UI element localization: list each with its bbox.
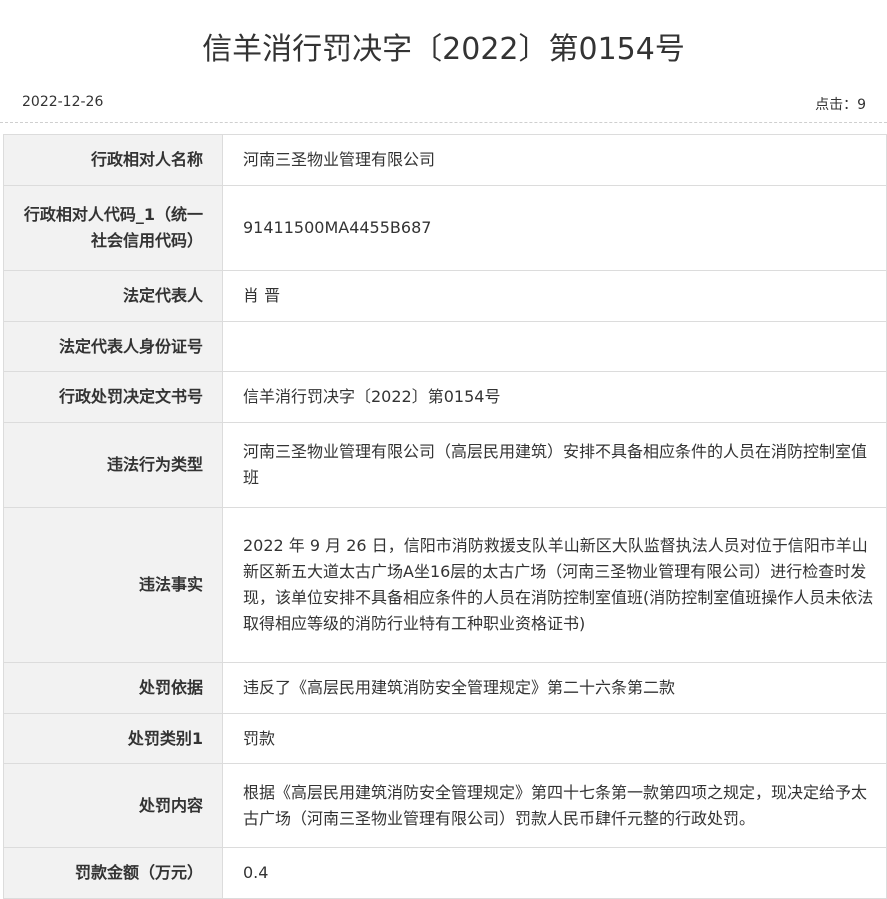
table-row-party-name: 行政相对人名称 河南三圣物业管理有限公司	[3, 134, 887, 186]
row-label: 行政处罚决定文书号	[3, 371, 223, 423]
row-label: 行政相对人名称	[3, 134, 223, 186]
row-label: 处罚类别1	[3, 713, 223, 764]
row-label: 违法事实	[3, 507, 223, 663]
click-count-label: 点击：	[815, 97, 858, 113]
row-label: 罚款金额（万元）	[3, 847, 223, 899]
row-label: 违法行为类型	[3, 422, 223, 508]
page-title: 信羊消行罚决字〔2022〕第0154号	[202, 32, 685, 67]
table-row-penalty-category: 处罚类别1 罚款	[3, 713, 887, 764]
table-row-legal-rep: 法定代表人 肖 晋	[3, 270, 887, 322]
penalty-info-table: 行政相对人名称 河南三圣物业管理有限公司 行政相对人代码_1（统一社会信用代码）…	[3, 134, 887, 899]
click-count-value: 9	[857, 97, 866, 113]
publish-date: 2022-12-26	[22, 94, 104, 110]
row-value: 河南三圣物业管理有限公司（高层民用建筑）安排不具备相应条件的人员在消防控制室值班	[222, 422, 887, 508]
row-value: 0.4	[222, 847, 887, 899]
table-row-fine-amount: 罚款金额（万元） 0.4	[3, 847, 887, 899]
table-row-credit-code: 行政相对人代码_1（统一社会信用代码） 91411500MA4455B687	[3, 185, 887, 271]
row-label: 处罚依据	[3, 662, 223, 714]
row-label: 法定代表人	[3, 270, 223, 322]
click-count: 点击：9	[815, 94, 866, 114]
row-label: 法定代表人身份证号	[3, 321, 223, 372]
row-label: 行政相对人代码_1（统一社会信用代码）	[3, 185, 223, 271]
row-value: 根据《高层民用建筑消防安全管理规定》第四十七条第一款第四项之规定，现决定给予太古…	[222, 763, 887, 848]
table-row-penalty-content: 处罚内容 根据《高层民用建筑消防安全管理规定》第四十七条第一款第四项之规定，现决…	[3, 763, 887, 848]
row-value: 罚款	[222, 713, 887, 764]
table-row-violation-type: 违法行为类型 河南三圣物业管理有限公司（高层民用建筑）安排不具备相应条件的人员在…	[3, 422, 887, 508]
meta-divider	[0, 122, 887, 123]
row-value: 违反了《高层民用建筑消防安全管理规定》第二十六条第二款	[222, 662, 887, 714]
row-value: 2022 年 9 月 26 日，信阳市消防救援支队羊山新区大队监督执法人员对位于…	[222, 507, 887, 663]
row-value: 肖 晋	[222, 270, 887, 322]
table-row-penalty-basis: 处罚依据 违反了《高层民用建筑消防安全管理规定》第二十六条第二款	[3, 662, 887, 714]
table-row-legal-rep-id: 法定代表人身份证号	[3, 321, 887, 372]
row-value: 信羊消行罚决字〔2022〕第0154号	[222, 371, 887, 423]
table-row-document-number: 行政处罚决定文书号 信羊消行罚决字〔2022〕第0154号	[3, 371, 887, 423]
row-label: 处罚内容	[3, 763, 223, 848]
row-value: 91411500MA4455B687	[222, 185, 887, 271]
row-value	[222, 321, 887, 372]
row-value: 河南三圣物业管理有限公司	[222, 134, 887, 186]
table-row-violation-facts: 违法事实 2022 年 9 月 26 日，信阳市消防救援支队羊山新区大队监督执法…	[3, 507, 887, 663]
